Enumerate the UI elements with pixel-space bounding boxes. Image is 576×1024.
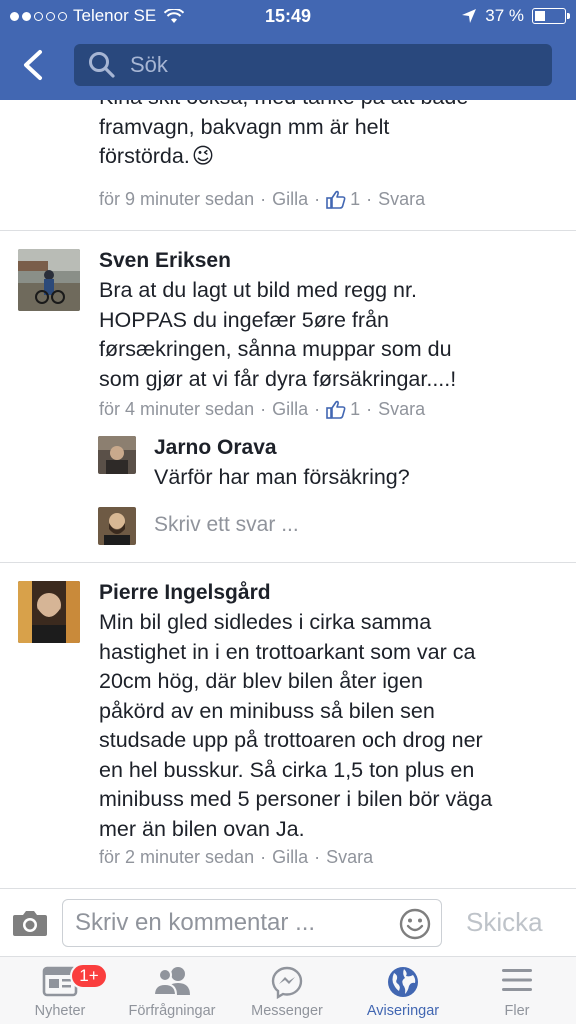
emoji-button[interactable] <box>399 908 431 945</box>
comment-input-box[interactable] <box>62 899 442 947</box>
comment-text: Kina skit också, med tanke på att både f… <box>99 100 559 172</box>
friend-requests-icon <box>152 967 190 996</box>
thumbs-up-icon <box>326 190 346 209</box>
notification-badge: 1+ <box>70 963 108 989</box>
chevron-left-icon <box>24 50 42 80</box>
comment-author[interactable]: Pierre Ingelsgård <box>99 581 271 605</box>
tab-friend-requests[interactable]: Förfrågningar <box>112 957 232 1024</box>
reply-author[interactable]: Jarno Orava <box>154 436 277 460</box>
like-link[interactable]: Gilla <box>272 399 308 420</box>
comment-text-line: HOPPAS du ingefær 5øre från <box>99 307 389 332</box>
comment-text-line: förstörda.😉 <box>99 142 559 172</box>
separator-dot: · <box>314 399 321 419</box>
comment-text-line: hastighet in i en trottoarkant som var c… <box>99 639 476 664</box>
comment-text-line: mer än bilen ovan Ja. <box>99 816 305 841</box>
like-count: 1 <box>350 189 361 209</box>
comment-composer: Skicka <box>0 888 576 956</box>
comment-meta: för 4 minuter sedan · Gilla · 1 · Svara <box>99 399 425 420</box>
avatar[interactable] <box>18 581 80 643</box>
separator-dot: · <box>314 847 321 867</box>
comment-author[interactable]: Sven Eriksen <box>99 249 231 273</box>
comment-text: Bra at du lagt ut bild med regg nr. HOPP… <box>99 276 569 394</box>
comment-timestamp: för 2 minuter sedan <box>99 847 255 867</box>
reply-link[interactable]: Svara <box>378 189 425 210</box>
comment-timestamp: för 4 minuter sedan <box>99 399 255 419</box>
separator-dot: · <box>260 189 267 209</box>
reply-text: Värför har man försäkring? <box>154 465 410 489</box>
like-link[interactable]: Gilla <box>272 189 308 210</box>
separator-dot: · <box>260 399 267 419</box>
comment-meta: för 2 minuter sedan · Gilla · Svara <box>99 847 373 868</box>
wink-emoji: 😉 <box>191 144 215 168</box>
reply-link[interactable]: Svara <box>326 847 373 868</box>
tab-messenger[interactable]: Messenger <box>227 957 347 1024</box>
search-icon <box>89 52 115 78</box>
avatar-image <box>18 249 80 311</box>
tab-notifications[interactable]: Aviseringar <box>343 957 463 1024</box>
comment-text-line: Bra at du lagt ut bild med regg nr. <box>99 278 417 302</box>
messenger-icon <box>271 966 303 999</box>
separator-dot: · <box>366 399 373 419</box>
globe-icon <box>388 967 418 997</box>
comment-text-line: 20cm hög, där blev bilen åter igen <box>99 669 423 693</box>
separator-dot: · <box>260 847 267 867</box>
reply-input[interactable]: Skriv ett svar ... <box>154 513 299 537</box>
comment-text-line: som gjør at vi får dyra førsäkringar....… <box>99 366 457 391</box>
status-bar-right: 37 % <box>461 6 570 26</box>
search-input[interactable] <box>130 52 530 78</box>
back-button[interactable] <box>18 48 50 84</box>
comment-text-fragment: förstörda. <box>99 144 190 168</box>
current-user-avatar <box>98 507 136 545</box>
battery-icon <box>532 8 570 24</box>
top-navigation-bar: Telenor SE 15:49 37 % <box>0 0 576 100</box>
menu-icon <box>502 969 532 991</box>
comment-input[interactable] <box>75 909 385 937</box>
separator-dot: · <box>314 189 321 209</box>
comment-text-line: Kina skit också, med tanke på att både <box>99 100 559 113</box>
comment-text-line: påkörd av en minibuss så bilen sen <box>99 698 435 723</box>
avatar-image <box>98 507 136 545</box>
tab-label: Fler <box>504 1003 530 1019</box>
reply-avatar[interactable] <box>98 436 136 474</box>
comment-item: Kina skit också, med tanke på att både f… <box>0 100 576 230</box>
location-arrow-icon <box>462 9 477 23</box>
comment-text-line: studsade upp på trottoaren och drog ner <box>99 728 483 752</box>
comment-text-line: Min bil gled sidledes i cirka samma <box>99 610 432 634</box>
send-button[interactable]: Skicka <box>466 907 543 938</box>
comment-text-line: førsækringen, sånna muppar som du <box>99 337 452 361</box>
avatar-image <box>98 436 136 474</box>
comments-list: Kina skit också, med tanke på att både f… <box>0 100 576 888</box>
status-bar: Telenor SE 15:49 37 % <box>0 0 576 32</box>
thumbs-up-icon <box>326 400 346 419</box>
search-bar[interactable] <box>74 44 552 86</box>
like-count: 1 <box>350 399 361 419</box>
tab-more[interactable]: Fler <box>457 957 576 1024</box>
like-link[interactable]: Gilla <box>272 847 308 868</box>
camera-button[interactable] <box>12 909 48 942</box>
avatar[interactable] <box>18 249 80 311</box>
comment-timestamp: för 9 minuter sedan <box>99 189 255 209</box>
comment-text: Min bil gled sidledes i cirka samma hast… <box>99 608 569 844</box>
bottom-tab-bar: 1+ Nyheter Förfrågningar Messenger Avise… <box>0 956 576 1024</box>
reply-link[interactable]: Svara <box>378 399 425 420</box>
comment-text-line: minibuss med 5 personer i bilen bör väga <box>99 787 493 811</box>
avatar-image <box>18 581 80 643</box>
comment-meta: för 9 minuter sedan · Gilla · 1 · Svara <box>99 189 425 210</box>
comment-item: Pierre Ingelsgård Min bil gled sidledes … <box>0 563 576 867</box>
comment-text-line: framvagn, bakvagn mm är helt <box>99 114 390 139</box>
battery-percentage: 37 % <box>485 6 524 25</box>
separator-dot: · <box>366 189 373 209</box>
comment-text-line: en hel busskur. Så cirka 1,5 ton plus en <box>99 757 475 782</box>
smiley-icon <box>399 908 431 940</box>
camera-icon <box>13 911 47 936</box>
